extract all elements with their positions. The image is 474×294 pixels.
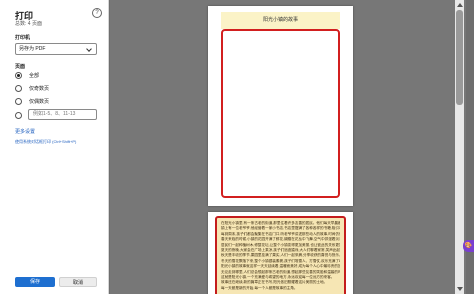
more-settings-link[interactable]: 更多设置	[15, 128, 35, 135]
preview-page-2: 在阳光小镇里,有一条古老的街道,那里住着许多友善的居民。他们每天早晨都会互相问候…	[208, 212, 353, 294]
printer-select[interactable]: 另存为 PDF	[15, 43, 97, 55]
pages-option-custom[interactable]	[15, 111, 29, 119]
story-line: 阳光小镇的故事就这样一天天延续着,温暖而美好,成为每个人心中最珍贵的回忆。	[221, 264, 340, 269]
pages-option-odd[interactable]: 仅奇数页	[15, 84, 49, 92]
scroll-up-arrow-icon[interactable]	[457, 3, 463, 7]
page-1-red-frame	[221, 29, 340, 198]
pages-option-even[interactable]: 仅偶数页	[15, 97, 49, 105]
radio-even[interactable]	[15, 97, 22, 105]
radio-all[interactable]	[15, 71, 22, 79]
system-dialog-link[interactable]: 使用系统对话框打印 (Ctrl+Shift+P)	[15, 139, 76, 145]
page-1-title: 阳光小镇的故事	[221, 12, 340, 29]
radio-custom[interactable]	[15, 111, 22, 119]
story-line: 春天来临的时候,小镇的花园开满了鲜花,蝴蝶在花丛中飞舞,空气中弥漫着淡淡的芬芳。	[221, 237, 340, 242]
preview-page-1: 阳光小镇的故事	[208, 6, 353, 206]
print-settings-panel: 打印 总数: 4 页面 ? 打印机 另存为 PDF 页面 全部 仅奇数页 仅偶数…	[0, 0, 109, 294]
cancel-button[interactable]: 取消	[59, 277, 97, 287]
pages-section-label: 页面	[15, 64, 26, 70]
page-count: 总数: 4 页面	[15, 21, 42, 27]
printer-select-value: 另存为 PDF	[19, 46, 46, 52]
story-text-box: 在阳光小镇里,有一条古老的街道,那里住着许多友善的居民。他们每天早晨都会互相问候…	[215, 216, 346, 294]
scroll-down-arrow-icon[interactable]	[457, 287, 463, 291]
option-label-even: 仅偶数页	[29, 98, 50, 105]
chevron-down-icon	[86, 46, 92, 52]
radio-odd[interactable]	[15, 84, 22, 92]
help-icon[interactable]: ?	[92, 8, 102, 18]
print-preview-area: 阳光小镇的故事 在阳光小镇里,有一条古老的街道,那里住着许多友善的居民。他们每天…	[110, 0, 466, 294]
option-label-all: 全部	[29, 72, 40, 79]
page-range-input[interactable]: 例如1-5、8、11-13	[28, 109, 97, 120]
pages-option-all[interactable]: 全部	[15, 71, 39, 79]
option-label-odd: 仅奇数页	[29, 85, 50, 92]
save-button[interactable]: 保存	[15, 277, 55, 287]
scrollbar-thumb[interactable]	[456, 10, 463, 105]
story-line: 每一天都是新的开始,每一个人都是故事的主角。	[221, 285, 298, 290]
printer-section-label: 打印机	[15, 35, 31, 41]
side-extension-icon[interactable]: 🎨	[463, 240, 474, 252]
